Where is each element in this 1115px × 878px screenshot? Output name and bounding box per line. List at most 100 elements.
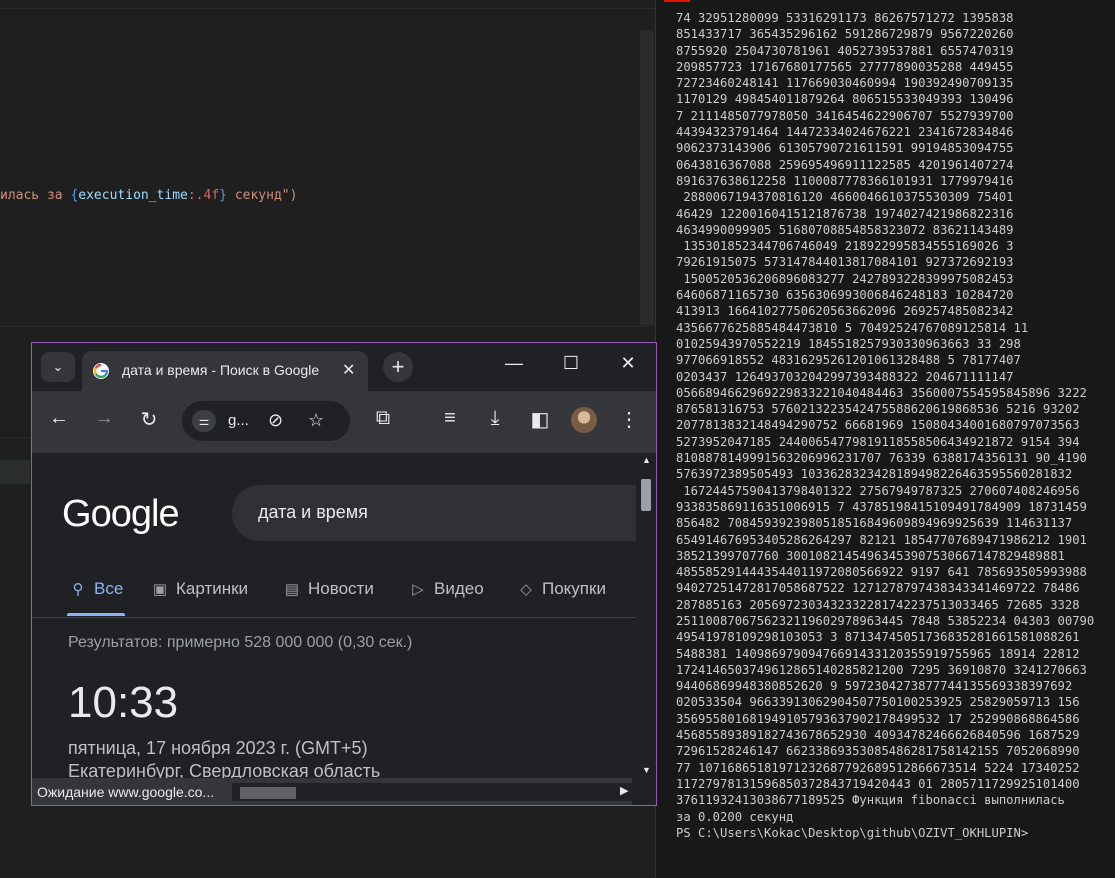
- forward-arrow-icon[interactable]: →: [91, 407, 117, 430]
- tag-icon: ◇: [520, 581, 532, 598]
- tab-all[interactable]: ⚲ Все: [68, 579, 124, 599]
- page-scrollbar[interactable]: ▲ ▼: [636, 453, 656, 778]
- editor-scrollbar[interactable]: [640, 30, 654, 325]
- terminal-line: 5488381 14098697909476691433120355919755…: [676, 646, 1080, 661]
- maximize-button[interactable]: ☐: [559, 353, 583, 374]
- terminal-line: за 0.0200 секунд: [676, 809, 794, 824]
- tab-shopping[interactable]: ◇ Покупки: [516, 579, 606, 599]
- code-string-suffix: секунд"): [227, 188, 298, 203]
- tab-images[interactable]: ▣ Картинки: [150, 579, 248, 599]
- terminal-line: 8755920 2504730781961 4052739537881 6557…: [676, 43, 1014, 58]
- terminal-line: 01025943970552219 1845518257930330963663…: [676, 336, 1021, 351]
- code-string-prefix: илась за: [0, 188, 71, 203]
- terminal-line: 4356677625885484473810 5 704925247670891…: [676, 320, 1029, 335]
- image-icon: ▣: [152, 581, 168, 598]
- terminal-line: 876581316753 576021322354247558862061986…: [676, 402, 1080, 417]
- media-playlist-icon[interactable]: ≡: [437, 407, 463, 430]
- search-icon: ⚲: [72, 581, 84, 598]
- more-menu-icon[interactable]: ⋮: [616, 407, 642, 432]
- tab-videos[interactable]: ▷ Видео: [408, 579, 484, 599]
- chrome-titlebar[interactable]: ⌄ дата и время - Поиск в Google ✕ + — ☐ …: [32, 343, 656, 391]
- download-icon[interactable]: ⤓: [482, 407, 508, 430]
- reload-icon[interactable]: ↻: [136, 407, 162, 432]
- scroll-down-icon[interactable]: ▼: [642, 765, 651, 775]
- tab-search-button[interactable]: ⌄: [41, 352, 75, 382]
- hscroll-thumb[interactable]: [240, 787, 296, 799]
- terminal-line: 49541978109298103053 3 87134745051736835…: [676, 630, 1080, 645]
- code-format-spec: :.4f: [187, 188, 220, 203]
- current-date: пятница, 17 ноября 2023 г. (GMT+5): [68, 738, 368, 758]
- new-tab-button[interactable]: +: [383, 352, 413, 382]
- results-count: Результатов: примерно 528 000 000 (0,30 …: [68, 634, 413, 651]
- chrome-window[interactable]: ⌄ дата и время - Поиск в Google ✕ + — ☐ …: [31, 342, 657, 806]
- terminal-line: 851433717 365435296162 591286729879 9567…: [676, 27, 1014, 42]
- terminal-line: 1500520536206896083277 24278932283999750…: [676, 271, 1014, 286]
- terminal-line: 933835869116351006915 7 4378519841510949…: [676, 499, 1087, 514]
- editor-top-border: [0, 8, 655, 9]
- news-icon: ▤: [284, 581, 300, 598]
- back-arrow-icon[interactable]: ←: [46, 407, 72, 430]
- terminal-line: 72961528246147 6623386935308548628175814…: [676, 744, 1080, 759]
- location-off-icon[interactable]: ⊘: [268, 410, 283, 431]
- browser-tab[interactable]: дата и время - Поиск в Google ✕: [82, 351, 368, 391]
- window-close-button[interactable]: ✕: [616, 353, 640, 374]
- google-favicon-icon: [93, 363, 109, 379]
- code-brace-close: }: [219, 188, 227, 203]
- address-bar[interactable]: ⚌ g... ⊘ ☆: [182, 401, 350, 441]
- terminal-line: 1724146503749612865140285821200 7295 369…: [676, 662, 1087, 677]
- tab-news-label: Новости: [308, 579, 374, 598]
- terminal-line: 64606871165730 6356306993006846248183 10…: [676, 288, 1014, 303]
- search-box[interactable]: дата и время: [232, 485, 636, 541]
- editor-divider: [0, 326, 650, 327]
- terminal-line: 4855852914443544011972080566922 9197 641…: [676, 565, 1087, 580]
- location-text: Екатеринбург, Свердловская область: [68, 761, 381, 778]
- scroll-up-icon[interactable]: ▲: [642, 455, 651, 465]
- terminal-output[interactable]: 74 32951280099 53316291173 86267571272 1…: [676, 10, 1112, 841]
- minimize-button[interactable]: —: [502, 353, 526, 374]
- terminal-line: 0643816367088 259695496911122585 4201961…: [676, 157, 1014, 172]
- search-query[interactable]: дата и время: [258, 502, 368, 523]
- horizontal-scrollbar[interactable]: ▶: [232, 783, 632, 801]
- tab-news[interactable]: ▤ Новости: [282, 579, 374, 599]
- terminal-panel[interactable]: 74 32951280099 53316291173 86267571272 1…: [656, 0, 1115, 878]
- profile-avatar[interactable]: [571, 407, 597, 433]
- terminal-line: 5273952047185 24400654779819118558506434…: [676, 434, 1080, 449]
- terminal-line: 11727978131596850372843719420443 01 2805…: [676, 776, 1080, 791]
- scrollbar-thumb[interactable]: [641, 479, 651, 511]
- terminal-line: 135301852344706746049 218922995834555169…: [676, 239, 1014, 254]
- code-line[interactable]: илась за {execution_time:.4f} секунд"): [0, 188, 297, 203]
- tab-shopping-label: Покупки: [542, 579, 606, 598]
- side-panel-icon[interactable]: ◧: [527, 407, 553, 432]
- extensions-icon[interactable]: ⧉: [370, 407, 396, 430]
- terminal-line: 45685589389182743678652930 4093478246662…: [676, 728, 1080, 743]
- scroll-right-icon[interactable]: ▶: [620, 784, 628, 797]
- page-content: Google дата и время ⚲ Все ▣ Картинки ▤ Ново…: [32, 453, 636, 778]
- terminal-line: 94027251472817058687522 1271278797438343…: [676, 581, 1080, 596]
- terminal-line: 413913 16641027750620563662096 269257485…: [676, 304, 1014, 319]
- terminal-line: 2880067194370816120 4660046610375530309 …: [676, 190, 1014, 205]
- address-text[interactable]: g...: [228, 412, 249, 429]
- terminal-line: 16724457590413798401322 27567949787325 2…: [676, 483, 1080, 498]
- terminal-line: 0203437 1264937032042997393488322 204671…: [676, 369, 1014, 384]
- tab-images-label: Картинки: [176, 579, 249, 598]
- terminal-line: 1170129 498454011879264 806515533049393 …: [676, 92, 1014, 107]
- terminal-line: 209857723 17167680177565 27777890035288 …: [676, 59, 1014, 74]
- terminal-line: 72723460248141 117669030460994 190392490…: [676, 76, 1014, 91]
- terminal-line: 891637638612258 1100087778366101931 1779…: [676, 173, 1014, 188]
- star-icon[interactable]: ☆: [308, 410, 324, 431]
- site-info-icon[interactable]: ⚌: [192, 410, 216, 432]
- google-logo[interactable]: Google: [62, 493, 180, 536]
- terminal-line: 2511008706756232119602978963445 7848 538…: [676, 613, 1095, 628]
- terminal-line: 0566894662969229833221040484463 35600075…: [676, 385, 1087, 400]
- current-time: 10:33: [68, 678, 179, 727]
- tab-close-icon[interactable]: ✕: [342, 360, 355, 380]
- terminal-line: 356955801681949105793637902178499532 17 …: [676, 711, 1080, 726]
- browser-toolbar: ← → ↻ ⚌ g... ⊘ ☆ ⧉ ≡ ⤓ ◧ ⋮: [32, 391, 656, 453]
- terminal-line: 94406869948380852620 9 59723042738777441…: [676, 679, 1073, 694]
- status-text: Ожидание www.google.co...: [37, 784, 215, 800]
- editor-line-highlight: [0, 460, 30, 484]
- tab-videos-label: Видео: [434, 579, 484, 598]
- active-tab-underline: [67, 613, 125, 616]
- code-variable: execution_time: [78, 188, 188, 203]
- terminal-line: 020533504 96633913062904507750100253925 …: [676, 695, 1080, 710]
